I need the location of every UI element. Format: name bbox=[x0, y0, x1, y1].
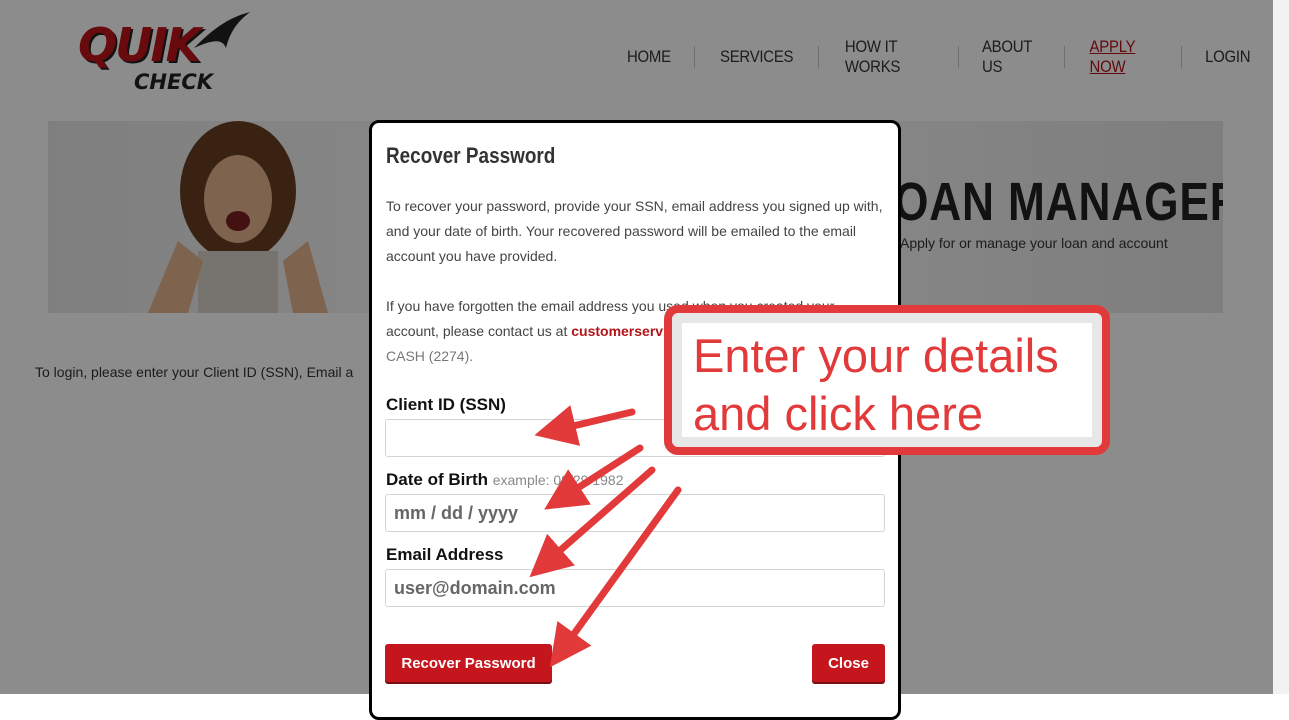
dob-example: example: 09/29/1982 bbox=[492, 472, 624, 488]
email-input[interactable] bbox=[385, 569, 885, 607]
dob-label-text: Date of Birth bbox=[386, 470, 488, 489]
dob-label: Date of Birth example: 09/29/1982 bbox=[386, 470, 624, 490]
email-label: Email Address bbox=[386, 545, 504, 564]
close-button[interactable]: Close bbox=[812, 644, 885, 682]
annotation-text: Enter your details and click here bbox=[693, 327, 1059, 443]
dob-input[interactable] bbox=[385, 494, 885, 532]
modal-title: Recover Password bbox=[386, 143, 556, 168]
annotation-line-1: Enter your details bbox=[693, 329, 1059, 382]
annotation-callout: Enter your details and click here bbox=[664, 305, 1110, 455]
scrollbar-track[interactable] bbox=[1273, 0, 1289, 694]
annotation-line-2: and click here bbox=[693, 387, 983, 440]
modal-instructions: To recover your password, provide your S… bbox=[386, 198, 883, 264]
client-id-label: Client ID (SSN) bbox=[386, 395, 506, 414]
recover-password-button[interactable]: Recover Password bbox=[385, 644, 552, 682]
